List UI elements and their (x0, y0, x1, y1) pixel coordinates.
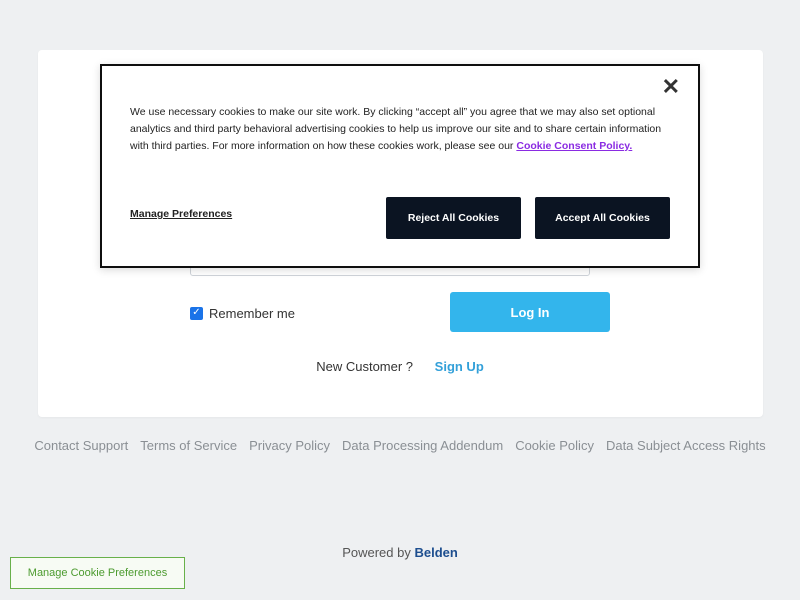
footer-link-contact-support[interactable]: Contact Support (34, 438, 128, 453)
manage-preferences-link[interactable]: Manage Preferences (130, 208, 232, 220)
remember-checkbox[interactable]: ✓ (190, 306, 203, 320)
cookie-policy-link[interactable]: Cookie Consent Policy. (516, 140, 632, 152)
login-button[interactable]: Log In (450, 292, 610, 332)
remember-label: Remember me (209, 305, 295, 321)
signup-link[interactable]: Sign Up (435, 359, 484, 374)
footer-link-privacy[interactable]: Privacy Policy (249, 438, 330, 453)
reject-all-cookies-button[interactable]: Reject All Cookies (386, 197, 521, 239)
footer-link-cookie-policy[interactable]: Cookie Policy (515, 438, 594, 453)
cookie-description: We use necessary cookies to make our sit… (130, 104, 670, 155)
powered-by-text: Powered by (342, 545, 411, 560)
accept-all-cookies-button[interactable]: Accept All Cookies (535, 197, 670, 239)
brand-name: Belden (414, 545, 458, 560)
footer-link-terms[interactable]: Terms of Service (140, 438, 237, 453)
manage-cookie-preferences-button[interactable]: Manage Cookie Preferences (10, 557, 185, 589)
signup-row: New Customer ? Sign Up (0, 359, 800, 374)
cookie-consent-banner: ✕ We use necessary cookies to make our s… (100, 64, 700, 268)
footer-link-dpa[interactable]: Data Processing Addendum (342, 438, 503, 453)
close-icon[interactable]: ✕ (662, 76, 680, 98)
footer-link-dsar[interactable]: Data Subject Access Rights (606, 438, 766, 453)
footer-links: Contact Support Terms of Service Privacy… (0, 438, 800, 453)
remember-me[interactable]: ✓ Remember me (190, 304, 295, 322)
new-customer-text: New Customer ? (316, 359, 414, 374)
